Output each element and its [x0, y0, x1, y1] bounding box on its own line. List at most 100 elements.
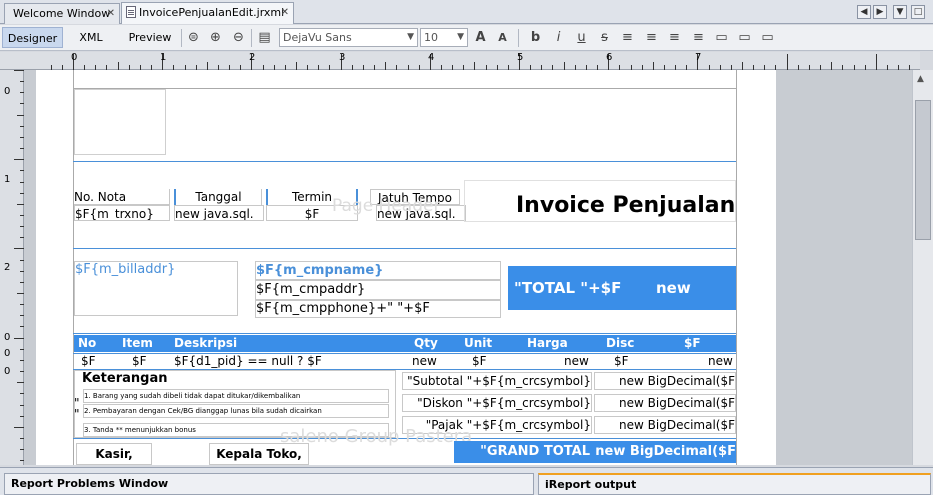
increase-font-icon[interactable]: A	[472, 29, 489, 46]
grand-total-value[interactable]: new BigDecimal($F	[594, 441, 736, 463]
trxno-field[interactable]: $F{m_trxno}	[74, 205, 170, 221]
detail-disc[interactable]: $F	[614, 353, 629, 369]
zoom-out-icon[interactable]: ⊖	[230, 29, 247, 46]
col-header-unit[interactable]: Unit	[464, 335, 492, 352]
column-header-row: No Item Deskripsi Qty Unit Harga Disc $F	[74, 335, 736, 352]
col-header-disc[interactable]: Disc	[606, 335, 634, 352]
align-bottom-icon[interactable]: ▭	[759, 29, 776, 46]
ruler-ticks	[51, 54, 910, 70]
designer-button[interactable]: Designer	[2, 27, 63, 48]
detail-harga[interactable]: new	[564, 353, 589, 369]
col-header-amount[interactable]: $F	[684, 335, 701, 352]
detail-no[interactable]: $F	[81, 353, 96, 369]
decrease-font-icon[interactable]: A	[494, 29, 511, 46]
xml-button[interactable]: XML	[70, 27, 112, 48]
ruler-label: 1	[4, 174, 11, 185]
subtotal-value[interactable]: new BigDecimal($F	[594, 372, 736, 390]
font-family-select[interactable]: DejaVu Sans ▼	[279, 28, 418, 47]
document-icon	[126, 6, 136, 18]
col-header-no[interactable]: No	[78, 335, 96, 352]
align-right-icon[interactable]: ≡	[690, 29, 707, 46]
billaddr-field[interactable]: $F{m_billaddr}	[74, 261, 238, 316]
close-icon[interactable]: ✕	[107, 4, 115, 23]
chevron-down-icon: ▼	[457, 32, 464, 42]
align-left-icon[interactable]: ≡	[619, 29, 636, 46]
detail-deskripsi[interactable]: $F{d1_pid} == null ? $F	[174, 353, 322, 369]
scroll-left-icon[interactable]: ◀	[857, 5, 871, 19]
diskon-label[interactable]: "Diskon "+$F{m_crcsymbol}	[402, 394, 592, 412]
detail-item[interactable]: $F	[132, 353, 147, 369]
align-top-icon[interactable]: ▭	[713, 29, 730, 46]
scroll-up-icon[interactable]: ▲	[917, 74, 924, 84]
ruler-label: 0	[4, 86, 11, 97]
font-size-value: 10	[424, 31, 438, 44]
align-center-icon[interactable]: ≡	[666, 29, 683, 46]
scroll-right-icon[interactable]: ▶	[873, 5, 887, 19]
bold-icon[interactable]: b	[527, 29, 544, 46]
invoice-title[interactable]: Invoice Penjualan	[516, 192, 735, 220]
col-header-item[interactable]: Item	[122, 335, 153, 352]
diskon-value[interactable]: new BigDecimal($F	[594, 394, 736, 412]
vertical-ruler: 0 1 2 0 0 0	[0, 70, 24, 495]
maximize-icon[interactable]: □	[911, 5, 925, 19]
subtotal-label[interactable]: "Subtotal "+$F{m_crcsymbol}	[402, 372, 592, 390]
ruler-label: 2	[4, 262, 11, 273]
tanggal-label[interactable]: Tanggal	[174, 189, 262, 205]
pajak-value[interactable]: new BigDecimal($F	[594, 416, 736, 434]
ruler-label: 3	[339, 52, 346, 63]
ruler-label: 2	[249, 52, 256, 63]
zoom-fit-icon[interactable]: ⊜	[185, 29, 202, 46]
cmpname-field[interactable]: $F{m_cmpname}	[255, 261, 501, 280]
tab-invoice-jrxml[interactable]: InvoicePenjualanEdit.jrxml ✕	[121, 2, 294, 24]
tab-list-icon[interactable]: ▼	[893, 5, 907, 19]
detail-row: $F $F $F{d1_pid} == null ? $F new $F new…	[74, 353, 736, 369]
tanggal-field[interactable]: new java.sql.	[174, 205, 264, 221]
total-box[interactable]: "TOTAL "+$F new	[508, 266, 736, 310]
kasir-label[interactable]: Kasir,	[76, 443, 152, 465]
detail-unit[interactable]: $F	[472, 353, 487, 369]
scrollbar-thumb[interactable]	[915, 100, 931, 240]
chevron-down-icon: ▼	[407, 32, 414, 42]
col-header-qty[interactable]: Qty	[414, 335, 438, 352]
ruler-label: 0	[71, 52, 78, 63]
detail-amount[interactable]: new	[708, 353, 733, 369]
strikethrough-icon[interactable]: s	[596, 29, 613, 46]
note-1[interactable]: 1. Barang yang sudah dibeli tidak dapat …	[83, 389, 389, 403]
toolbar-separator	[518, 29, 519, 47]
document-properties-icon[interactable]: ▤	[256, 29, 273, 46]
tab-welcome-window[interactable]: Welcome Window ✕	[4, 3, 120, 24]
no-nota-label[interactable]: No. Nota	[74, 189, 170, 205]
top-margin-guide	[73, 88, 736, 89]
toolbar-separator	[181, 29, 182, 47]
vertical-scrollbar[interactable]: ▲	[912, 70, 933, 465]
horizontal-ruler: 0 1 2 3 4 5 6 7	[0, 52, 920, 70]
align-justify-icon[interactable]: ≡	[643, 29, 660, 46]
align-middle-icon[interactable]: ▭	[736, 29, 753, 46]
col-header-deskripsi[interactable]: Deskripsi	[174, 335, 237, 352]
close-icon[interactable]: ✕	[281, 3, 289, 22]
detail-qty[interactable]: new	[412, 353, 437, 369]
col-header-harga[interactable]: Harga	[527, 335, 568, 352]
zoom-in-icon[interactable]: ⊕	[207, 29, 224, 46]
report-page[interactable]: No. Nota Tanggal Termin Jatuh Tempo $F{m…	[36, 70, 776, 465]
band-separator	[73, 248, 736, 249]
right-margin-guide	[736, 70, 737, 465]
tab-report-problems[interactable]: Report Problems Window	[4, 473, 534, 495]
cmpaddr-field[interactable]: $F{m_cmpaddr}	[255, 280, 501, 300]
italic-icon[interactable]: i	[550, 29, 567, 46]
grand-total-label[interactable]: "GRAND TOTAL	[454, 441, 594, 463]
editor-tab-bar: Welcome Window ✕ InvoicePenjualanEdit.jr…	[0, 0, 933, 24]
underline-icon[interactable]: u	[573, 29, 590, 46]
tab-ireport-output[interactable]: iReport output	[538, 473, 931, 495]
cmpphone-field[interactable]: $F{m_cmpphone}+" "+$F	[255, 300, 501, 318]
preview-button[interactable]: Preview	[124, 27, 176, 48]
ruler-label: 7	[695, 52, 702, 63]
note-2[interactable]: 2. Pembayaran dengan Cek/BG dianggap lun…	[83, 404, 389, 418]
kepala-toko-label[interactable]: Kepala Toko,	[209, 443, 309, 465]
font-size-select[interactable]: 10 ▼	[420, 28, 468, 47]
logo-image-placeholder[interactable]	[74, 89, 166, 155]
report-canvas[interactable]: No. Nota Tanggal Termin Jatuh Tempo $F{m…	[24, 70, 912, 465]
total-label: "TOTAL "+$F	[514, 279, 622, 297]
keterangan-label[interactable]: Keterangan	[82, 371, 167, 387]
ruler-label: 0	[4, 348, 11, 359]
